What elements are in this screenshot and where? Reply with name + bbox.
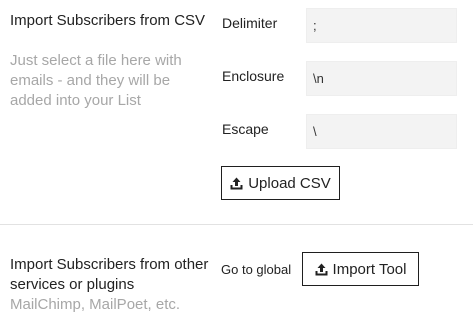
- csv-import-title: Import Subscribers from CSV: [10, 12, 206, 29]
- enclosure-input[interactable]: [306, 61, 457, 96]
- enclosure-label: Enclosure: [222, 68, 285, 84]
- go-to-global-text: Go to global: [221, 262, 292, 277]
- escape-label: Escape: [222, 121, 269, 137]
- plugins-import-title: Import Subscribers from other services o…: [10, 256, 209, 293]
- section-divider: [0, 224, 473, 225]
- delimiter-input[interactable]: [306, 8, 457, 43]
- upload-icon: [315, 263, 328, 276]
- upload-csv-label: Upload CSV: [248, 174, 331, 192]
- import-tool-button[interactable]: Import Tool: [302, 252, 419, 286]
- plugins-import-description: MailChimp, MailPoet, etc.: [10, 296, 181, 313]
- upload-icon: [230, 177, 243, 190]
- import-subscribers-panel: Import Subscribers from CSV Just select …: [0, 0, 473, 332]
- upload-csv-button[interactable]: Upload CSV: [221, 166, 340, 200]
- delimiter-label: Delimiter: [222, 15, 278, 31]
- csv-import-description: Just select a file here with emails - an…: [10, 52, 182, 109]
- import-tool-label: Import Tool: [332, 260, 407, 278]
- escape-input[interactable]: [306, 114, 457, 149]
